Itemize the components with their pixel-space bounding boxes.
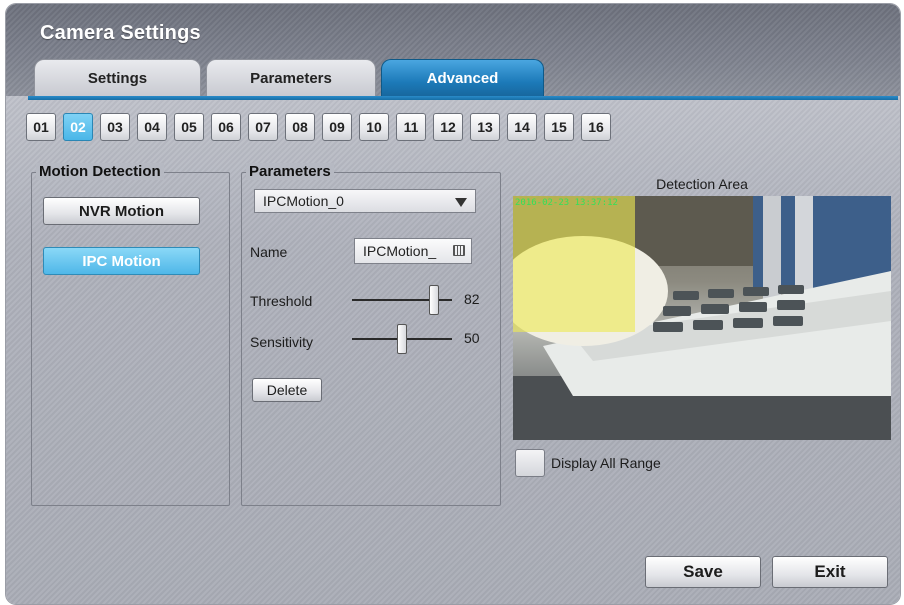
channel-10-button[interactable]: 10	[359, 113, 389, 141]
delete-button[interactable]: Delete	[252, 378, 322, 402]
parameters-group: Parameters IPCMotion_0 Name IPCMotion_ T…	[241, 163, 501, 506]
nvr-motion-button[interactable]: NVR Motion	[43, 197, 200, 225]
channel-08-button[interactable]: 08	[285, 113, 315, 141]
ipc-motion-button[interactable]: IPC Motion	[43, 247, 200, 275]
tab-parameters[interactable]: Parameters	[206, 59, 376, 97]
channel-14-button[interactable]: 14	[507, 113, 537, 141]
window-title: Camera Settings	[40, 22, 201, 44]
threshold-thumb[interactable]	[429, 285, 439, 315]
keyboard-icon[interactable]	[453, 245, 465, 256]
display-all-range-label: Display All Range	[551, 455, 661, 471]
sensitivity-thumb[interactable]	[397, 324, 407, 354]
channel-01-button[interactable]: 01	[26, 113, 56, 141]
camera-preview[interactable]: 2016-02-23 13:37:12	[513, 196, 891, 440]
sensitivity-label: Sensitivity	[250, 334, 314, 350]
channel-12-button[interactable]: 12	[433, 113, 463, 141]
name-input[interactable]: IPCMotion_	[354, 238, 472, 264]
motion-profile-value: IPCMotion_0	[263, 193, 344, 209]
channel-16-button[interactable]: 16	[581, 113, 611, 141]
motion-detection-group: Motion Detection NVR Motion IPC Motion	[31, 163, 230, 506]
threshold-slider[interactable]: 82	[352, 285, 480, 315]
name-label: Name	[250, 244, 288, 260]
channel-13-button[interactable]: 13	[470, 113, 500, 141]
threshold-value: 82	[464, 291, 480, 307]
display-all-range-checkbox[interactable]	[515, 449, 545, 477]
osd-timestamp: 2016-02-23 13:37:12	[515, 198, 618, 208]
channel-04-button[interactable]: 04	[137, 113, 167, 141]
name-value: IPCMotion_	[363, 243, 437, 259]
channel-09-button[interactable]: 09	[322, 113, 352, 141]
motion-detection-area[interactable]	[513, 196, 635, 332]
channel-03-button[interactable]: 03	[100, 113, 130, 141]
tab-underline	[28, 96, 898, 100]
channel-06-button[interactable]: 06	[211, 113, 241, 141]
exit-button[interactable]: Exit	[772, 556, 888, 588]
sensitivity-value: 50	[464, 330, 480, 346]
channel-02-button[interactable]: 02	[63, 113, 93, 141]
detection-area-title: Detection Area	[656, 176, 748, 192]
motion-detection-title: Motion Detection	[36, 163, 164, 180]
channel-07-button[interactable]: 07	[248, 113, 278, 141]
channel-05-button[interactable]: 05	[174, 113, 204, 141]
tab-advanced[interactable]: Advanced	[381, 59, 544, 97]
channel-11-button[interactable]: 11	[396, 113, 426, 141]
channel-selector: 01 02 03 04 05 06 07 08 09 10 11 12 13 1…	[26, 113, 611, 141]
channel-15-button[interactable]: 15	[544, 113, 574, 141]
threshold-label: Threshold	[250, 293, 313, 309]
motion-profile-select[interactable]: IPCMotion_0	[254, 189, 476, 213]
save-button[interactable]: Save	[645, 556, 761, 588]
parameters-title: Parameters	[246, 163, 334, 180]
sensitivity-slider[interactable]: 50	[352, 324, 480, 354]
dropdown-arrow-icon	[455, 198, 467, 207]
tab-settings[interactable]: Settings	[34, 59, 201, 97]
